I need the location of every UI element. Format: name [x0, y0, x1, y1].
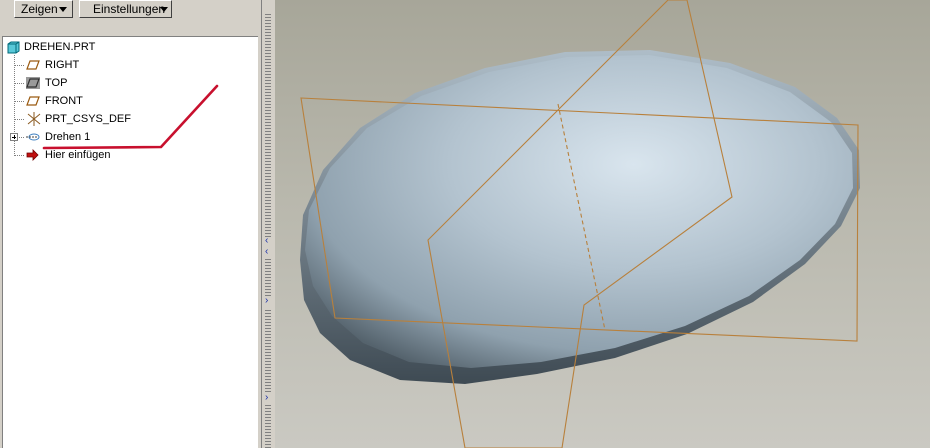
panel-splitter[interactable]: ‹ ‹ › › [261, 0, 275, 448]
splitter-grip [265, 12, 271, 237]
expand-right-icon[interactable]: › [265, 393, 268, 403]
splitter-grip [265, 405, 271, 448]
collapse-left-icon[interactable]: ‹ [265, 247, 268, 257]
graphics-window[interactable] [275, 0, 930, 448]
splitter-grip [265, 258, 271, 296]
splitter-grip [265, 308, 271, 392]
model-view [300, 0, 860, 448]
expand-right-icon[interactable]: › [265, 296, 268, 306]
collapse-left-icon[interactable]: ‹ [265, 236, 268, 246]
red-annotation-line [42, 84, 219, 150]
model-tree-panel: Zeigen Einstellungen DREHEN.PRT RIGHT TO… [0, 0, 261, 448]
